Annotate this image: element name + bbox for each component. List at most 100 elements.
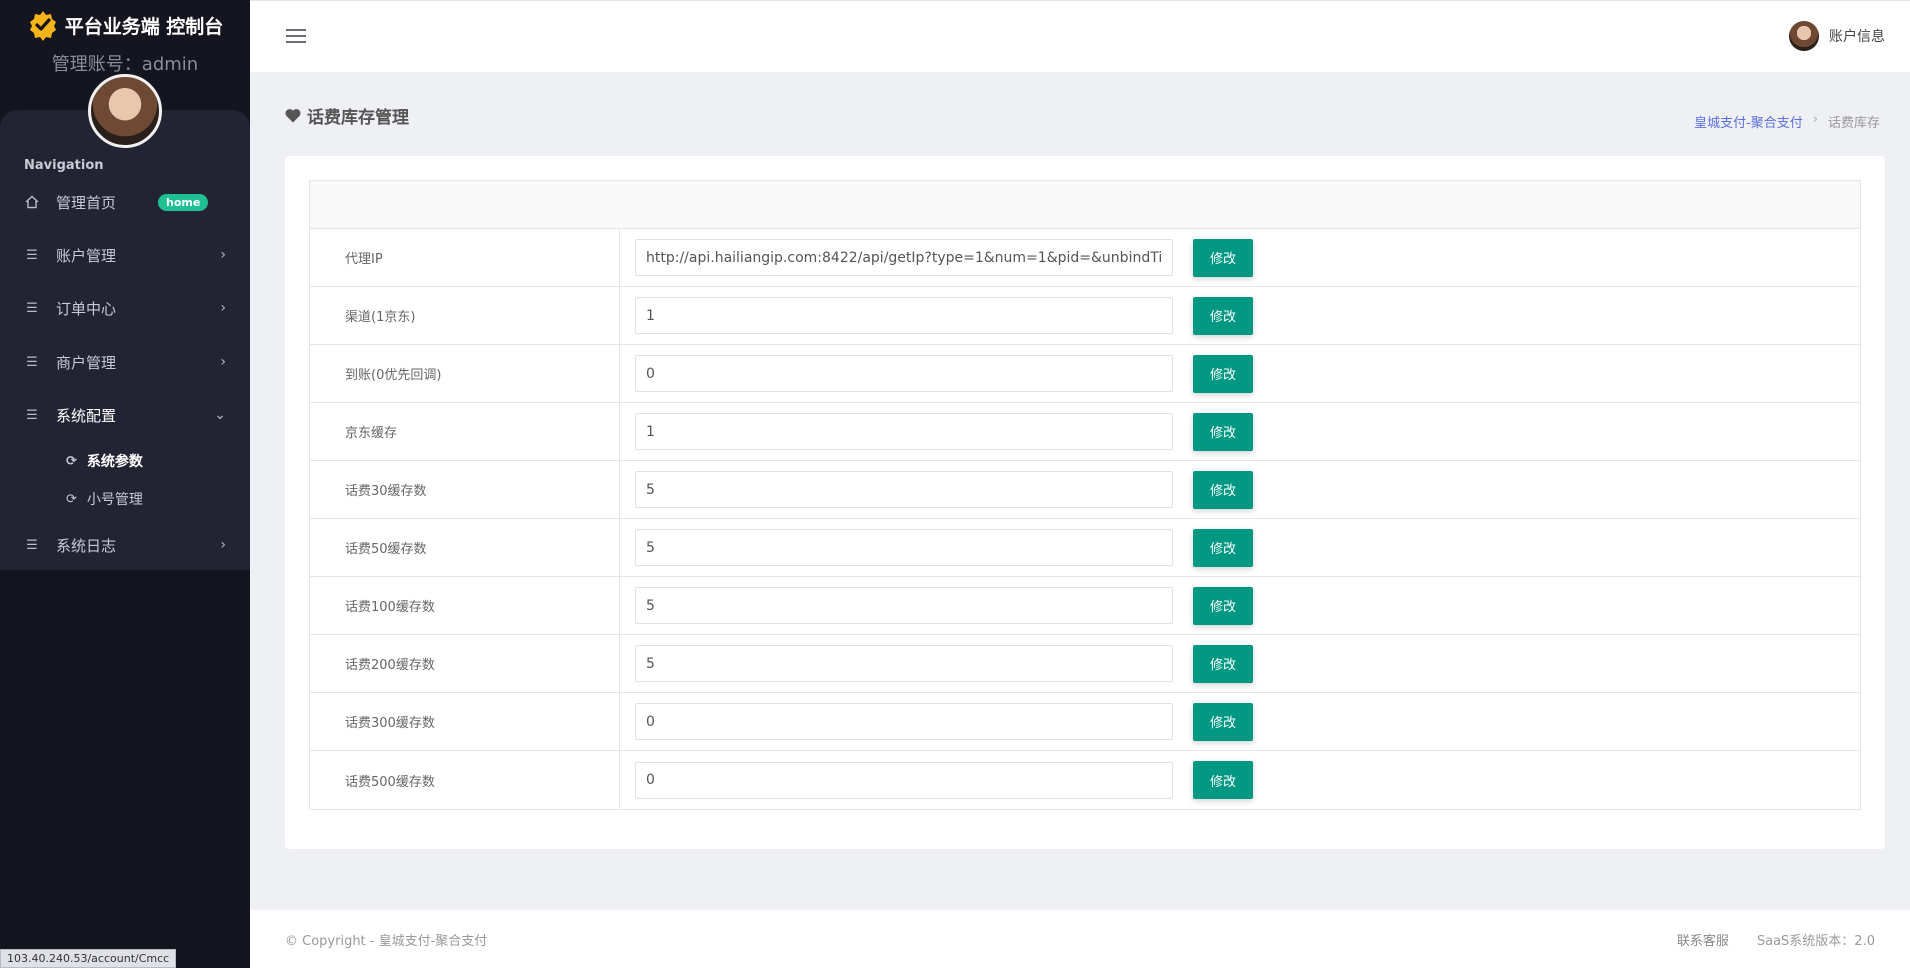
sidebar-item-label: 系统配置 bbox=[56, 406, 117, 425]
edit-button[interactable]: 修改 bbox=[1193, 761, 1253, 799]
row-value: 修改 bbox=[620, 693, 1860, 750]
list-icon: ☰ bbox=[26, 300, 38, 316]
row-value: 修改 bbox=[620, 287, 1860, 344]
avatar bbox=[1789, 21, 1819, 51]
account-menu[interactable]: 账户信息 bbox=[1789, 21, 1885, 51]
row-value: 修改 bbox=[620, 577, 1860, 634]
chevron-right-icon: › bbox=[220, 354, 226, 370]
sidebar-item-merchants[interactable]: ☰ 商户管理 › bbox=[0, 342, 250, 382]
settings-table: 代理IP 修改 渠道(1京东) 修改 到账(0优先回调) 修改 京东缓存 bbox=[309, 180, 1861, 810]
sidebar-item-label: 账户管理 bbox=[56, 246, 117, 265]
footer: © Copyright - 皇城支付-聚合支付 联系客服 SaaS系统版本：2.… bbox=[250, 910, 1910, 968]
brand[interactable]: 平台业务端 控制台 bbox=[0, 0, 250, 50]
edit-button[interactable]: 修改 bbox=[1193, 470, 1253, 509]
table-row: 话费200缓存数 修改 bbox=[310, 635, 1860, 693]
cache-100-input[interactable] bbox=[635, 587, 1173, 624]
avatar bbox=[88, 74, 162, 148]
chevron-right-icon: › bbox=[220, 537, 226, 553]
sidebar-item-label: 管理首页 bbox=[56, 193, 117, 212]
edit-button[interactable]: 修改 bbox=[1193, 702, 1253, 741]
sync-icon: ⟳ bbox=[66, 453, 77, 469]
row-value: 修改 bbox=[620, 519, 1860, 576]
heart-icon bbox=[285, 109, 301, 123]
table-row: 渠道(1京东) 修改 bbox=[310, 287, 1860, 345]
home-badge: home bbox=[158, 193, 209, 211]
version-label: SaaS系统版本：2.0 bbox=[1756, 933, 1875, 949]
row-value: 修改 bbox=[620, 461, 1860, 518]
table-row: 代理IP 修改 bbox=[310, 229, 1860, 287]
row-label: 到账(0优先回调) bbox=[310, 345, 620, 402]
edit-button[interactable]: 修改 bbox=[1193, 586, 1253, 625]
admin-account-label: 管理账号：admin bbox=[51, 54, 199, 75]
sidebar-item-label: 系统日志 bbox=[56, 536, 117, 555]
cache-300-input[interactable] bbox=[635, 703, 1173, 740]
sidebar-subitem-sub-accounts[interactable]: ⟳ 小号管理 bbox=[66, 484, 143, 514]
row-value: 修改 bbox=[620, 345, 1860, 402]
edit-button[interactable]: 修改 bbox=[1193, 296, 1253, 335]
nav-title: Navigation bbox=[24, 158, 104, 173]
list-icon: ☰ bbox=[26, 537, 38, 553]
chevron-right-icon: › bbox=[220, 247, 226, 263]
table-row: 话费50缓存数 修改 bbox=[310, 519, 1860, 577]
cache-30-input[interactable] bbox=[635, 471, 1173, 508]
row-value: 修改 bbox=[620, 635, 1860, 692]
table-row: 话费30缓存数 修改 bbox=[310, 461, 1860, 519]
sidebar-subitem-label: 小号管理 bbox=[86, 492, 143, 508]
sidebar-item-home[interactable]: 管理首页 home bbox=[0, 182, 250, 222]
table-row: 话费500缓存数 修改 bbox=[310, 751, 1860, 809]
proxy-ip-input[interactable] bbox=[635, 239, 1173, 276]
brand-title: 平台业务端 控制台 bbox=[64, 15, 224, 38]
sidebar-subitem-label: 系统参数 bbox=[86, 454, 143, 470]
row-label: 话费30缓存数 bbox=[310, 461, 620, 518]
edit-button[interactable]: 修改 bbox=[1193, 644, 1253, 683]
sidebar-item-system-logs[interactable]: ☰ 系统日志 › bbox=[0, 525, 250, 565]
row-label: 话费50缓存数 bbox=[310, 519, 620, 576]
table-row: 话费100缓存数 修改 bbox=[310, 577, 1860, 635]
edit-button[interactable]: 修改 bbox=[1193, 528, 1253, 567]
row-value: 修改 bbox=[620, 403, 1860, 460]
breadcrumb-link[interactable]: 皇城支付-聚合支付 bbox=[1694, 112, 1803, 131]
menu-toggle-icon[interactable] bbox=[286, 29, 306, 43]
list-icon: ☰ bbox=[26, 354, 38, 370]
breadcrumb: 皇城支付-聚合支付 › 话费库存 bbox=[1694, 112, 1880, 131]
account-label: 账户信息 bbox=[1829, 29, 1885, 45]
row-label: 渠道(1京东) bbox=[310, 287, 620, 344]
content-card: 代理IP 修改 渠道(1京东) 修改 到账(0优先回调) 修改 京东缓存 bbox=[285, 156, 1885, 849]
row-label: 话费300缓存数 bbox=[310, 693, 620, 750]
breadcrumb-separator: › bbox=[1812, 112, 1818, 127]
list-icon: ☰ bbox=[26, 247, 38, 263]
edit-button[interactable]: 修改 bbox=[1193, 354, 1253, 393]
sync-icon: ⟳ bbox=[66, 491, 77, 507]
row-label: 话费100缓存数 bbox=[310, 577, 620, 634]
cache-200-input[interactable] bbox=[635, 645, 1173, 682]
table-row: 京东缓存 修改 bbox=[310, 403, 1860, 461]
channel-input[interactable] bbox=[635, 297, 1173, 334]
row-label: 京东缓存 bbox=[310, 403, 620, 460]
edit-button[interactable]: 修改 bbox=[1193, 238, 1253, 277]
list-icon: ☰ bbox=[26, 407, 38, 423]
sidebar-item-accounts[interactable]: ☰ 账户管理 › bbox=[0, 235, 250, 275]
table-row: 到账(0优先回调) 修改 bbox=[310, 345, 1860, 403]
chevron-down-icon: ⌄ bbox=[214, 407, 226, 423]
row-value: 修改 bbox=[620, 751, 1860, 809]
sidebar-item-label: 订单中心 bbox=[56, 299, 117, 318]
row-label: 话费200缓存数 bbox=[310, 635, 620, 692]
gear-check-logo-icon bbox=[29, 11, 56, 41]
chevron-right-icon: › bbox=[220, 300, 226, 316]
contact-support-link[interactable]: 联系客服 bbox=[1677, 930, 1729, 949]
cache-50-input[interactable] bbox=[635, 529, 1173, 566]
sidebar-item-orders[interactable]: ☰ 订单中心 › bbox=[0, 288, 250, 328]
sidebar-item-system-config[interactable]: ☰ 系统配置 ⌄ bbox=[0, 395, 250, 435]
row-label: 话费500缓存数 bbox=[310, 751, 620, 809]
jd-cache-input[interactable] bbox=[635, 413, 1173, 450]
page-title: 话费库存管理 bbox=[285, 103, 409, 128]
sidebar: 平台业务端 控制台 管理账号：admin Navigation 管理首页 hom… bbox=[0, 0, 250, 968]
sidebar-subitem-system-params[interactable]: ⟳ 系统参数 bbox=[66, 446, 143, 476]
topbar: 账户信息 bbox=[250, 0, 1910, 72]
edit-button[interactable]: 修改 bbox=[1193, 412, 1253, 451]
table-header bbox=[310, 181, 1860, 229]
arrival-input[interactable] bbox=[635, 355, 1173, 392]
row-value: 修改 bbox=[620, 229, 1860, 286]
table-row: 话费300缓存数 修改 bbox=[310, 693, 1860, 751]
cache-500-input[interactable] bbox=[635, 761, 1173, 799]
